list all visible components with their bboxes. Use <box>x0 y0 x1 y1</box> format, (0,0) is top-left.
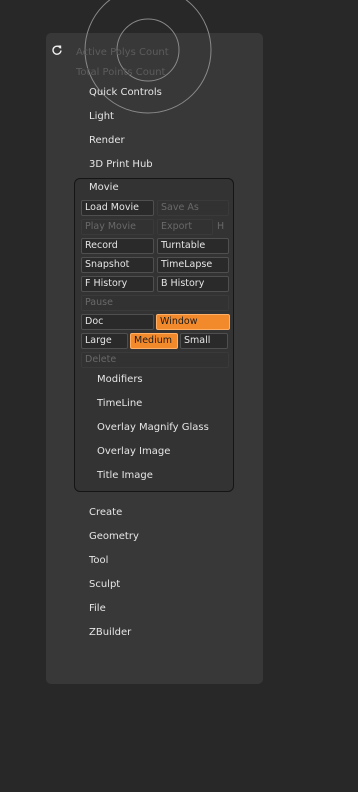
play-movie-button[interactable]: Play Movie <box>81 219 154 235</box>
menu-item-3d-print-hub[interactable]: 3D Print Hub <box>89 158 153 172</box>
total-points-count-label: Total Points Count <box>76 67 166 78</box>
save-as-button[interactable]: Save As <box>157 200 229 216</box>
menu-item-movie[interactable]: Movie <box>89 181 119 195</box>
large-button[interactable]: Large <box>81 333 128 349</box>
f-history-button[interactable]: F History <box>81 276 154 292</box>
app-root: Active Polys Count Total Points Count Qu… <box>0 0 358 792</box>
refresh-icon[interactable] <box>51 44 63 56</box>
menu-item-file[interactable]: File <box>89 602 106 616</box>
snapshot-button[interactable]: Snapshot <box>81 257 154 273</box>
subpalette-timeline[interactable]: TimeLine <box>97 397 142 411</box>
medium-button[interactable]: Medium <box>130 333 178 349</box>
record-button[interactable]: Record <box>81 238 154 254</box>
menu-item-zbuilder[interactable]: ZBuilder <box>89 626 131 640</box>
menu-item-render[interactable]: Render <box>89 134 125 148</box>
delete-button[interactable]: Delete <box>81 352 229 368</box>
window-button[interactable]: Window <box>156 314 230 330</box>
subpalette-modifiers[interactable]: Modifiers <box>97 373 143 387</box>
load-movie-button[interactable]: Load Movie <box>81 200 154 216</box>
subpalette-overlay-image[interactable]: Overlay Image <box>97 445 170 459</box>
small-button[interactable]: Small <box>180 333 228 349</box>
h-button[interactable]: H <box>217 219 224 235</box>
doc-button[interactable]: Doc <box>81 314 154 330</box>
menu-item-sculpt[interactable]: Sculpt <box>89 578 120 592</box>
menu-item-create[interactable]: Create <box>89 506 122 520</box>
b-history-button[interactable]: B History <box>157 276 229 292</box>
subpalette-overlay-magnify-glass[interactable]: Overlay Magnify Glass <box>97 421 209 435</box>
subpalette-title-image[interactable]: Title Image <box>97 469 153 483</box>
timelapse-button[interactable]: TimeLapse <box>157 257 229 273</box>
pause-button[interactable]: Pause <box>81 295 229 311</box>
active-polys-count-label: Active Polys Count <box>76 47 169 58</box>
menu-item-tool[interactable]: Tool <box>89 554 108 568</box>
turntable-button[interactable]: Turntable <box>157 238 229 254</box>
menu-item-geometry[interactable]: Geometry <box>89 530 139 544</box>
export-button[interactable]: Export <box>157 219 213 235</box>
menu-item-light[interactable]: Light <box>89 110 114 124</box>
menu-item-quick-controls[interactable]: Quick Controls <box>89 86 162 100</box>
